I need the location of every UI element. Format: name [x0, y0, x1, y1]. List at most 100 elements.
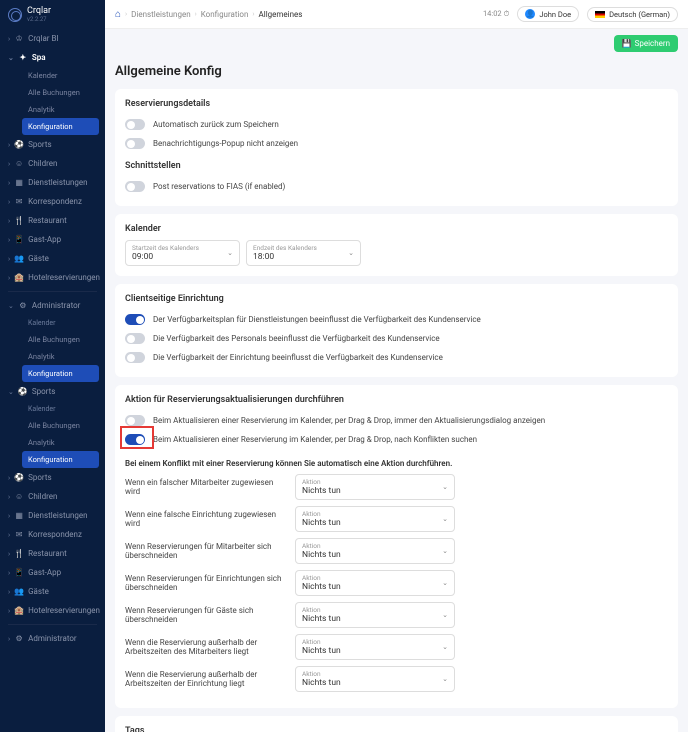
app-name: Crqlar — [27, 6, 51, 16]
section-title: Schnittstellen — [125, 161, 668, 171]
sidebar-item[interactable]: ›⚽Sports — [0, 135, 105, 154]
action-select[interactable]: AktionNichts tun⌄ — [295, 634, 455, 660]
section-title: Tags — [125, 726, 668, 732]
toggle-conflict-search[interactable] — [125, 434, 145, 445]
chevron-down-icon: ⌄ — [442, 611, 448, 619]
chevron-right-icon: › — [125, 10, 127, 18]
sidebar-item[interactable]: ›▦Dienstleistungen — [0, 506, 105, 525]
nav-icon: ⚽ — [14, 473, 24, 482]
sidebar-sub-item[interactable]: Konfiguration — [22, 118, 99, 135]
nav-icon: ✦ — [18, 53, 28, 62]
card-calendar: Kalender Startzeit des Kalenders 09:00 ⌄… — [115, 214, 678, 276]
sidebar-item[interactable]: ›▦Dienstleistungen — [0, 173, 105, 192]
toggle-service-availability[interactable] — [125, 314, 145, 325]
toggle-fias[interactable] — [125, 181, 145, 192]
action-label: Wenn ein falscher Mitarbeiter zugewiesen… — [125, 478, 285, 496]
sidebar-sub-item[interactable]: Analytik — [22, 101, 105, 118]
action-select[interactable]: AktionNichts tun⌄ — [295, 602, 455, 628]
nav: ›♔Crqlar BI⌄✦SpaKalenderAlle BuchungenAn… — [0, 29, 105, 648]
sidebar-sub-item[interactable]: Alle Buchungen — [22, 417, 105, 434]
chevron-down-icon: ⌄ — [348, 249, 354, 257]
sidebar-item[interactable]: ›♔Crqlar BI — [0, 29, 105, 48]
toggle-staff-availability[interactable] — [125, 333, 145, 344]
user-name: John Doe — [539, 10, 571, 19]
action-label: Wenn eine falsche Einrichtung zugewiesen… — [125, 510, 285, 528]
save-icon: 💾 — [622, 39, 632, 48]
user-menu[interactable]: 👤 John Doe — [517, 6, 579, 22]
save-button[interactable]: 💾 Speichern — [614, 35, 678, 52]
sidebar-item[interactable]: ›☺Children — [0, 487, 105, 506]
breadcrumb-item[interactable]: Dienstleistungen — [131, 10, 190, 19]
sidebar-item[interactable]: ›✉Korrespondenz — [0, 525, 105, 544]
nav-icon: ☺ — [14, 159, 24, 168]
toggle-auto-back[interactable] — [125, 119, 145, 130]
topbar: ⌂ › Dienstleistungen › Konfiguration › A… — [105, 0, 688, 29]
action-select[interactable]: AktionNichts tun⌄ — [295, 538, 455, 564]
toggle-update-dialog[interactable] — [125, 415, 145, 426]
card-client-setup: Clientseitige Einrichtung Der Verfügbark… — [115, 284, 678, 377]
sidebar-sub-item[interactable]: Analytik — [22, 348, 105, 365]
sidebar-sub-item[interactable]: Alle Buchungen — [22, 84, 105, 101]
chevron-icon: › — [8, 550, 10, 558]
chevron-icon: › — [8, 607, 10, 615]
sidebar-item[interactable]: ›🍴Restaurant — [0, 544, 105, 563]
chevron-down-icon: ⌄ — [227, 249, 233, 257]
action-select[interactable]: AktionNichts tun⌄ — [295, 506, 455, 532]
action-select[interactable]: AktionNichts tun⌄ — [295, 570, 455, 596]
chevron-icon: › — [8, 531, 10, 539]
logo-icon — [8, 8, 22, 22]
sidebar-item[interactable]: ⌄⚽Sports — [0, 382, 105, 401]
chevron-icon: ⌄ — [8, 302, 14, 310]
chevron-icon: ⌄ — [8, 388, 14, 396]
nav-icon: 🏨 — [14, 606, 24, 615]
section-title: Kalender — [125, 224, 668, 234]
sidebar-item[interactable]: ›📱Gast-App — [0, 563, 105, 582]
home-icon[interactable]: ⌂ — [115, 9, 121, 20]
sidebar-sub-item[interactable]: Konfiguration — [22, 365, 99, 382]
sidebar-item[interactable]: ⌄✦Spa — [0, 48, 105, 67]
calendar-start-select[interactable]: Startzeit des Kalenders 09:00 ⌄ — [125, 240, 240, 266]
card-reservation-actions: Aktion für Reservierungsaktualisierungen… — [115, 385, 678, 708]
nav-icon: 👥 — [14, 587, 24, 596]
sidebar-item[interactable]: ›👥Gäste — [0, 582, 105, 601]
toggle-facility-availability[interactable] — [125, 352, 145, 363]
sidebar-item[interactable]: ›🏨Hotelreservierungen — [0, 601, 105, 620]
nav-icon: ⚙ — [18, 301, 28, 310]
toggle-popup[interactable] — [125, 138, 145, 149]
conflict-note: Bei einem Konflikt mit einer Reservierun… — [125, 459, 668, 468]
nav-icon: 📱 — [14, 568, 24, 577]
section-title: Aktion für Reservierungsaktualisierungen… — [125, 395, 668, 405]
chevron-down-icon: ⌄ — [442, 515, 448, 523]
sidebar-item[interactable]: ›📱Gast-App — [0, 230, 105, 249]
breadcrumb-item[interactable]: Konfiguration — [201, 10, 249, 19]
sidebar-sub-item[interactable]: Alle Buchungen — [22, 331, 105, 348]
sidebar-sub-item[interactable]: Konfiguration — [22, 451, 99, 468]
nav-icon: 📱 — [14, 235, 24, 244]
nav-icon: 🍴 — [14, 216, 24, 225]
language-menu[interactable]: Deutsch (German) — [587, 7, 678, 22]
time: 14:02 ⏱ — [483, 9, 509, 19]
sidebar-item[interactable]: ›⚽Sports — [0, 468, 105, 487]
action-select[interactable]: AktionNichts tun⌄ — [295, 666, 455, 692]
sidebar-item[interactable]: ›⚙Administrator — [0, 629, 105, 648]
sidebar-item[interactable]: ›👥Gäste — [0, 249, 105, 268]
sidebar-sub-item[interactable]: Kalender — [22, 401, 105, 417]
action-label: Wenn die Reservierung außerhalb der Arbe… — [125, 638, 285, 656]
app-version: v2.2.27 — [27, 16, 51, 23]
sidebar-sub-item[interactable]: Analytik — [22, 434, 105, 451]
sidebar-item[interactable]: ›🏨Hotelreservierungen — [0, 268, 105, 287]
sidebar-item[interactable]: ›☺Children — [0, 154, 105, 173]
action-select[interactable]: AktionNichts tun⌄ — [295, 474, 455, 500]
chevron-right-icon: › — [252, 10, 254, 18]
sidebar-item[interactable]: ⌄⚙Administrator — [0, 296, 105, 315]
sidebar-sub-item[interactable]: Kalender — [22, 67, 105, 84]
sidebar-sub-item[interactable]: Kalender — [22, 315, 105, 331]
chevron-down-icon: ⌄ — [442, 675, 448, 683]
calendar-end-select[interactable]: Endzeit des Kalenders 18:00 ⌄ — [246, 240, 361, 266]
chevron-icon: › — [8, 635, 10, 643]
sidebar: Crqlar v2.2.27 ›♔Crqlar BI⌄✦SpaKalenderA… — [0, 0, 105, 732]
chevron-icon: › — [8, 236, 10, 244]
page-title: Allgemeine Konfig — [115, 64, 678, 79]
sidebar-item[interactable]: ›✉Korrespondenz — [0, 192, 105, 211]
sidebar-item[interactable]: ›🍴Restaurant — [0, 211, 105, 230]
